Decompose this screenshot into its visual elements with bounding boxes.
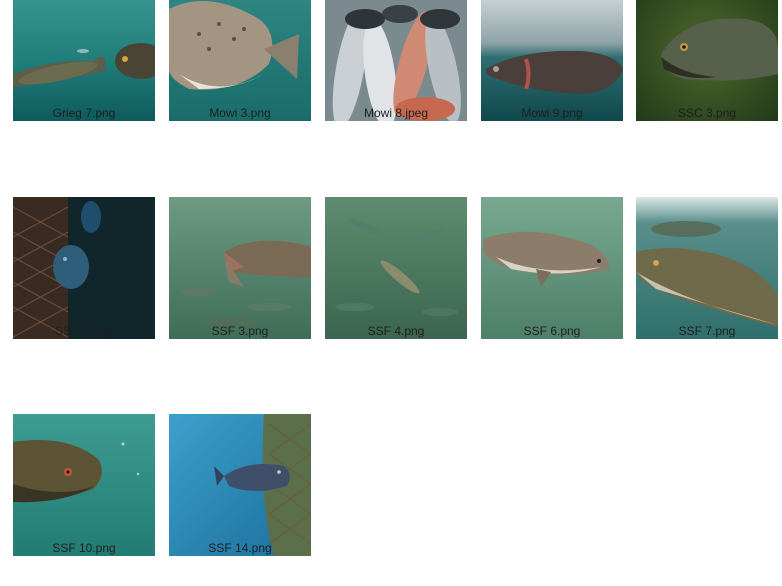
file-name-label: SSF 6.png (523, 324, 581, 338)
image-thumbnail[interactable] (481, 0, 623, 121)
file-name-label: SSF 10.png (52, 541, 116, 555)
file-name-label: SSF 7.png (678, 324, 736, 338)
file-name-label: SSF 14.png (208, 541, 272, 555)
gallery-item-ssf-6[interactable]: SSF 6.png (481, 197, 623, 339)
gallery-item-mowi-9[interactable]: Mowi 9.png (481, 0, 623, 121)
file-name-label: Mowi 9.png (521, 106, 583, 120)
image-thumbnail[interactable] (481, 197, 623, 339)
gallery-item-grieg-7[interactable]: Grieg 7.png (13, 0, 155, 121)
image-thumbnail[interactable] (636, 0, 778, 121)
image-thumbnail[interactable] (13, 0, 155, 121)
file-name-label: Mowi 8.jpeg (363, 106, 429, 120)
file-name-label: SSF 4.png (367, 324, 425, 338)
image-thumbnail[interactable] (13, 197, 155, 339)
gallery-item-ssf-14[interactable]: SSF 14.png (169, 414, 311, 556)
file-name-label: SSC 3.png (677, 106, 737, 120)
gallery-item-mowi-3[interactable]: Mowi 3.png (169, 0, 311, 121)
image-thumbnail[interactable] (636, 197, 778, 339)
image-thumbnail[interactable] (325, 197, 467, 339)
gallery-item-ssc-3[interactable]: SSC 3.png (636, 0, 778, 121)
file-name-label: Grieg 7.png (52, 106, 116, 120)
file-name-label: SSC 4.png (54, 324, 114, 338)
image-thumbnail[interactable] (169, 197, 311, 339)
gallery-item-mowi-8[interactable]: Mowi 8.jpeg (325, 0, 467, 121)
gallery-item-ssf-10[interactable]: SSF 10.png (13, 414, 155, 556)
gallery-item-ssf-4[interactable]: SSF 4.png (325, 197, 467, 339)
image-thumbnail[interactable] (325, 0, 467, 121)
gallery-item-ssf-7[interactable]: SSF 7.png (636, 197, 778, 339)
file-name-label: SSF 3.png (211, 324, 269, 338)
file-name-label: Mowi 3.png (209, 106, 271, 120)
gallery-item-ssc-4[interactable]: SSC 4.png (13, 197, 155, 339)
image-thumbnail[interactable] (169, 414, 311, 556)
image-thumbnail[interactable] (169, 0, 311, 121)
image-gallery: Grieg 7.png Mowi 3.png Mowi 8.jpeg Mowi … (0, 0, 782, 586)
image-thumbnail[interactable] (13, 414, 155, 556)
gallery-item-ssf-3[interactable]: SSF 3.png (169, 197, 311, 339)
